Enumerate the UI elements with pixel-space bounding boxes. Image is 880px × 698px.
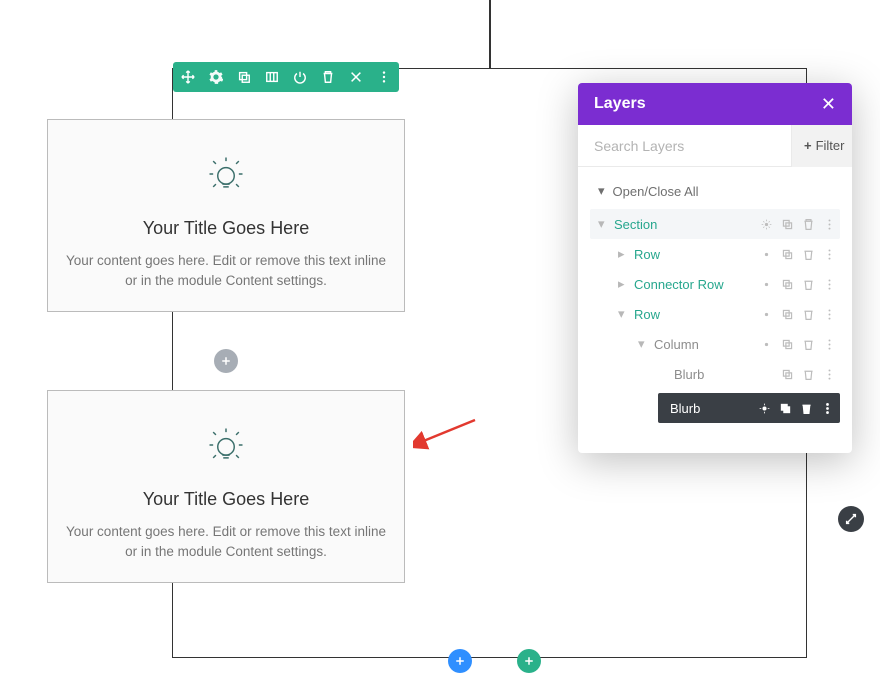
duplicate-icon[interactable] <box>781 368 794 381</box>
search-input[interactable] <box>578 138 791 154</box>
layer-row[interactable]: ▾ Row <box>590 299 840 329</box>
gear-icon[interactable] <box>760 308 773 321</box>
trash-icon[interactable] <box>321 70 335 84</box>
gear-icon[interactable] <box>760 338 773 351</box>
gear-icon[interactable] <box>760 248 773 261</box>
columns-icon[interactable] <box>265 70 279 84</box>
layer-blurb-selected[interactable]: Blurb <box>658 393 840 423</box>
layer-actions <box>760 218 836 231</box>
blurb-body: Your content goes here. Edit or remove t… <box>66 251 386 292</box>
more-icon[interactable] <box>823 248 836 261</box>
add-row-button[interactable] <box>517 649 541 673</box>
gear-icon[interactable] <box>758 402 771 415</box>
blurb-body: Your content goes here. Edit or remove t… <box>66 522 386 563</box>
more-icon[interactable] <box>823 368 836 381</box>
blurb-module-2[interactable]: Your Title Goes Here Your content goes h… <box>47 390 405 583</box>
trash-icon[interactable] <box>802 248 815 261</box>
more-icon[interactable] <box>823 308 836 321</box>
duplicate-icon[interactable] <box>779 402 792 415</box>
gear-icon[interactable] <box>209 70 223 84</box>
duplicate-icon[interactable] <box>781 278 794 291</box>
lightbulb-icon <box>66 152 386 196</box>
more-icon[interactable] <box>823 218 836 231</box>
lightbulb-icon <box>66 423 386 467</box>
duplicate-icon[interactable] <box>237 70 251 84</box>
trash-icon[interactable] <box>802 338 815 351</box>
section-toolbar <box>173 62 399 92</box>
blurb-module-1[interactable]: Your Title Goes Here Your content goes h… <box>47 119 405 312</box>
layer-row[interactable]: ▸ Row <box>590 239 840 269</box>
filter-button[interactable]: + Filter <box>791 125 852 167</box>
close-icon[interactable]: ✕ <box>821 94 836 115</box>
duplicate-icon[interactable] <box>781 338 794 351</box>
blurb-title: Your Title Goes Here <box>66 218 386 239</box>
power-icon[interactable] <box>293 70 307 84</box>
duplicate-icon[interactable] <box>781 248 794 261</box>
layer-section[interactable]: ▾ Section <box>590 209 840 239</box>
open-close-all[interactable]: ▾ Open/Close All <box>590 177 840 209</box>
duplicate-icon[interactable] <box>781 308 794 321</box>
vertical-connector <box>489 0 491 68</box>
blurb-title: Your Title Goes Here <box>66 489 386 510</box>
add-section-button[interactable] <box>448 649 472 673</box>
layer-column[interactable]: ▾ Column <box>590 329 840 359</box>
add-module-button[interactable] <box>214 349 238 373</box>
gear-icon[interactable] <box>760 218 773 231</box>
trash-icon[interactable] <box>800 402 813 415</box>
trash-icon[interactable] <box>802 218 815 231</box>
trash-icon[interactable] <box>802 368 815 381</box>
more-icon[interactable] <box>823 278 836 291</box>
layers-search-bar: + Filter <box>578 125 852 167</box>
trash-icon[interactable] <box>802 308 815 321</box>
layer-blurb[interactable]: Blurb <box>590 359 840 389</box>
resize-handle[interactable] <box>838 506 864 532</box>
more-icon[interactable] <box>377 70 391 84</box>
move-icon[interactable] <box>181 70 195 84</box>
layer-connector-row[interactable]: ▸ Connector Row <box>590 269 840 299</box>
gear-icon[interactable] <box>760 278 773 291</box>
layers-header[interactable]: Layers ✕ <box>578 83 852 125</box>
close-icon[interactable] <box>349 70 363 84</box>
layers-panel: Layers ✕ + Filter ▾ Open/Close All ▾ Sec… <box>578 83 852 453</box>
trash-icon[interactable] <box>802 278 815 291</box>
layers-title: Layers <box>594 95 646 113</box>
more-icon[interactable] <box>823 338 836 351</box>
duplicate-icon[interactable] <box>781 218 794 231</box>
more-icon[interactable] <box>821 402 834 415</box>
layers-tree: ▾ Open/Close All ▾ Section ▸ Row <box>578 167 852 453</box>
